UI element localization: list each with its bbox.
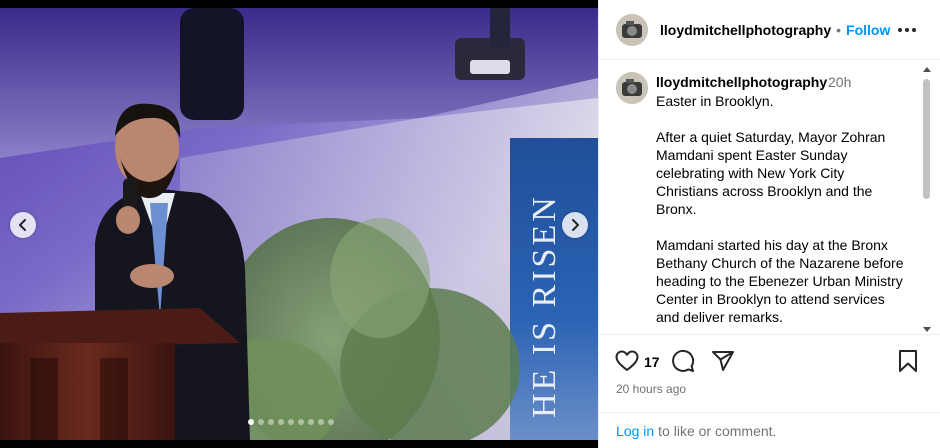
header-username[interactable]: lloydmitchellphotography	[660, 22, 831, 38]
banner-text: HE IS RISEN	[526, 194, 563, 418]
carousel-prev-button[interactable]	[10, 212, 36, 238]
save-button[interactable]	[895, 348, 921, 374]
login-prompt-text: to like or comment.	[658, 422, 777, 439]
photo-scene: HE IS RISEN	[0, 8, 598, 440]
carousel-dot	[278, 419, 284, 425]
action-bar: 17	[599, 348, 940, 376]
login-prompt: Log in to like or comment.	[599, 412, 940, 448]
caption-text: Easter in Brooklyn. After a quiet Saturd…	[656, 93, 904, 325]
post-side-panel: lloydmitchellphotography • Follow lloydm…	[598, 0, 940, 448]
follow-button[interactable]: Follow	[846, 22, 890, 38]
scroll-down-arrow-icon[interactable]	[923, 327, 931, 332]
caption-timestamp[interactable]: 20h	[828, 74, 851, 90]
heart-icon	[615, 350, 639, 371]
chevron-right-icon	[572, 219, 579, 231]
like-button[interactable]	[614, 348, 640, 374]
post-photo: HE IS RISEN	[0, 0, 598, 448]
post-header: lloydmitchellphotography • Follow	[599, 0, 940, 60]
header-separator: •	[836, 21, 842, 38]
caption-avatar[interactable]	[616, 72, 648, 104]
avatar[interactable]	[616, 13, 648, 46]
carousel-dot	[268, 419, 274, 425]
chevron-left-icon	[19, 219, 26, 231]
caption-username[interactable]: lloydmitchellphotography	[656, 74, 827, 90]
share-icon	[712, 351, 734, 371]
carousel-next-button[interactable]	[562, 212, 588, 238]
bookmark-icon	[899, 350, 917, 372]
carousel-dot	[258, 419, 264, 425]
carousel-dot	[318, 419, 324, 425]
instagram-post-viewer: HE IS RISEN lloydmitchellphotography • F…	[0, 0, 940, 448]
photo-letterbox-top	[0, 0, 598, 8]
login-link[interactable]: Log in	[616, 423, 654, 439]
carousel-dot	[328, 419, 334, 425]
carousel-dot	[298, 419, 304, 425]
post-time-ago[interactable]: 20 hours ago	[616, 382, 686, 396]
scrollbar-thumb[interactable]	[923, 79, 930, 199]
caption-section[interactable]: lloydmitchellphotography 20h Easter in B…	[599, 61, 940, 335]
caption-scrollbar[interactable]	[921, 65, 931, 333]
more-options-button[interactable]	[895, 18, 919, 42]
more-horizontal-icon	[898, 28, 916, 32]
scroll-up-arrow-icon[interactable]	[923, 67, 931, 72]
avatar-image	[616, 72, 648, 104]
carousel-indicator	[248, 419, 334, 425]
carousel-dot	[248, 419, 254, 425]
share-button[interactable]	[710, 348, 736, 374]
photo-letterbox-bottom	[0, 440, 598, 448]
avatar-image	[616, 13, 648, 46]
carousel-dot	[288, 419, 294, 425]
comment-icon	[672, 349, 695, 372]
carousel-dot	[308, 419, 314, 425]
like-count[interactable]: 17	[644, 354, 660, 370]
comment-button[interactable]	[670, 348, 696, 374]
